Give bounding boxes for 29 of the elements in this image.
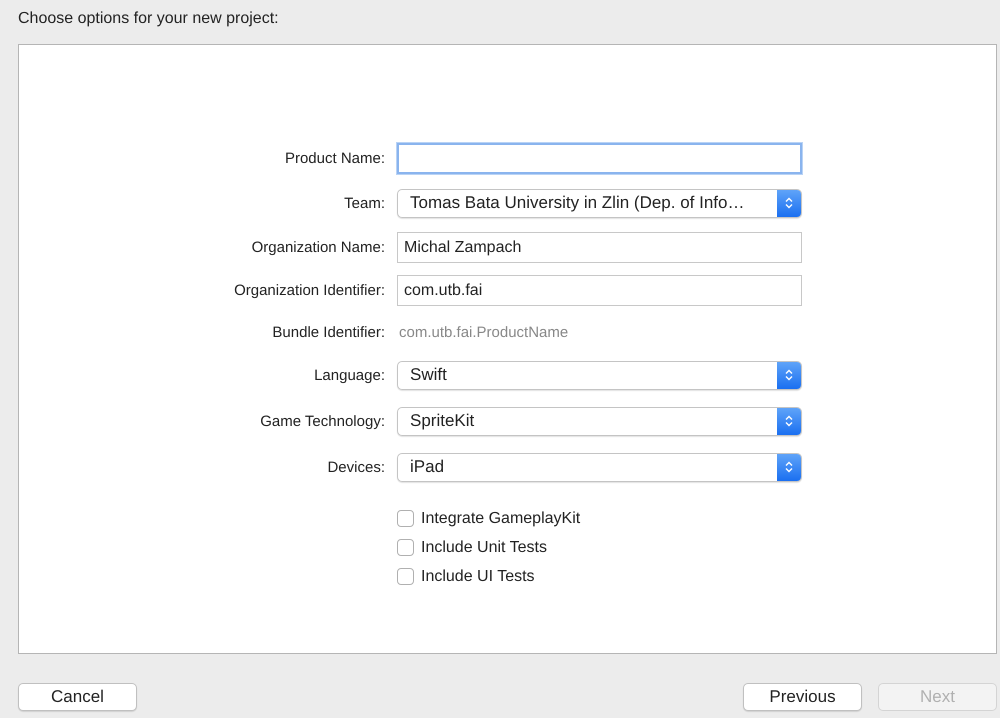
chevron-updown-icon: [784, 368, 794, 382]
dialog-button[interactable]: Cancel: [18, 683, 137, 711]
checkbox[interactable]: [397, 510, 414, 527]
text-field[interactable]: [397, 143, 802, 174]
field-value: com.utb.fai.ProductName: [398, 324, 570, 340]
checkbox[interactable]: [397, 539, 414, 556]
checkbox[interactable]: [397, 568, 414, 585]
text-field[interactable]: Michal Zampach: [397, 232, 802, 263]
popup-button[interactable]: Tomas Bata University in Zlin (Dep. of Info…: [397, 188, 802, 218]
checkbox-label: Include Unit Tests: [421, 538, 547, 556]
field-label: Product Name:: [284, 150, 385, 167]
field-label: Game Technology:: [259, 412, 385, 430]
popup-button[interactable]: iPad: [397, 452, 802, 482]
text-field[interactable]: com.utb.fai: [397, 275, 802, 306]
popup-button[interactable]: SpriteKit: [397, 406, 802, 436]
field-label: Language:: [313, 366, 385, 384]
checkbox-label: Include UI Tests: [421, 568, 535, 586]
field-label: Bundle Identifier:: [271, 324, 385, 340]
popup-button[interactable]: Swift: [397, 360, 802, 390]
checkbox-label: Integrate GameplayKit: [421, 510, 580, 528]
field-label: Devices:: [326, 458, 385, 476]
dialog-heading: Choose options for your new project:: [18, 10, 280, 29]
chevron-updown-icon: [784, 460, 794, 474]
chevron-updown-icon: [784, 414, 794, 428]
chevron-updown-icon: [784, 196, 794, 210]
field-label: Organization Identifier:: [233, 282, 385, 299]
dialog-button[interactable]: Previous: [743, 683, 862, 711]
field-label: Team:: [343, 194, 385, 212]
field-label: Organization Name:: [250, 239, 385, 256]
